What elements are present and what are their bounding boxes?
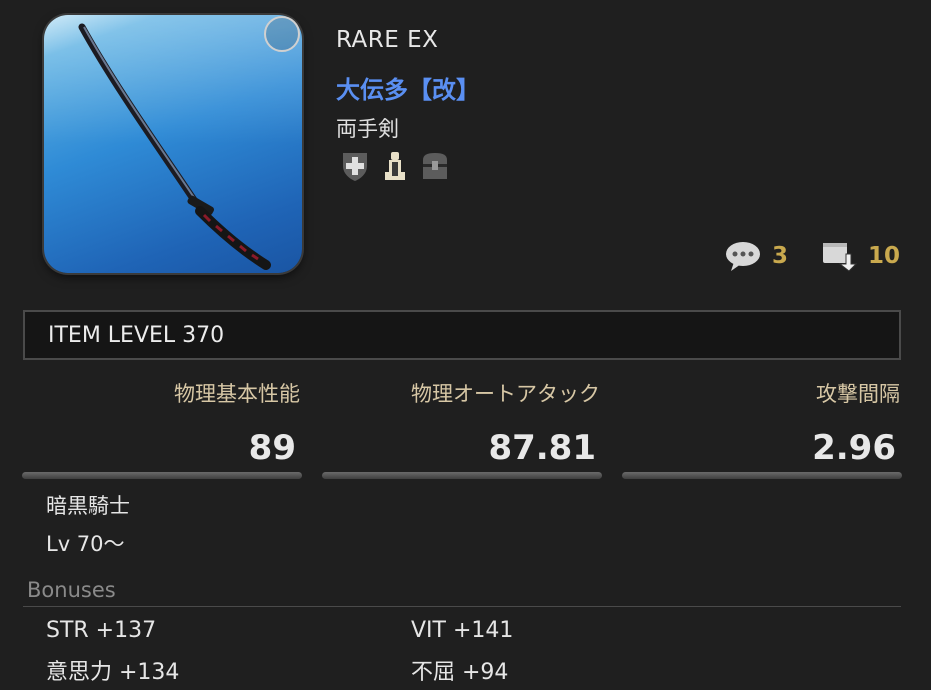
stat-bar bbox=[322, 472, 602, 479]
item-icon bbox=[44, 15, 302, 273]
bonus-item: VIT +141 bbox=[411, 618, 514, 643]
item-counts: 3 10 bbox=[724, 240, 900, 272]
stat-bar bbox=[22, 472, 302, 479]
bonus-item: 意思力 +134 bbox=[46, 660, 180, 685]
item-name[interactable]: 大伝多【改】 bbox=[336, 70, 480, 105]
required-level: Lv 70～ bbox=[46, 532, 125, 556]
chest-icon bbox=[420, 150, 450, 182]
stat-label: 物理基本性能 bbox=[174, 382, 300, 406]
item-category: 両手剣 bbox=[336, 117, 399, 141]
speech-bubble-icon[interactable] bbox=[724, 240, 762, 272]
bonus-item: 不屈 +94 bbox=[411, 660, 509, 685]
stat-auto-attack: 物理オートアタック 87.81 bbox=[322, 378, 602, 479]
katana-icon bbox=[78, 23, 271, 270]
stat-value: 2.96 bbox=[812, 428, 896, 468]
item-level-text: ITEM LEVEL 370 bbox=[48, 322, 225, 348]
bonuses-divider bbox=[23, 606, 901, 607]
shield-cross-icon bbox=[340, 150, 370, 182]
comment-count[interactable]: 3 bbox=[772, 243, 788, 269]
stat-delay: 攻撃間隔 2.96 bbox=[622, 378, 902, 479]
save-count[interactable]: 10 bbox=[868, 243, 900, 269]
required-job: 暗黒騎士 bbox=[46, 494, 130, 518]
item-level-bar: ITEM LEVEL 370 bbox=[23, 310, 901, 360]
bonuses-heading: Bonuses bbox=[27, 578, 116, 602]
stat-label: 攻撃間隔 bbox=[816, 382, 900, 406]
stat-value: 89 bbox=[248, 428, 296, 468]
stat-value: 87.81 bbox=[488, 428, 596, 468]
dye-bottle-icon bbox=[380, 150, 410, 182]
stat-bar bbox=[622, 472, 902, 479]
stat-physical-damage: 物理基本性能 89 bbox=[22, 378, 302, 479]
stat-label: 物理オートアタック bbox=[411, 382, 600, 406]
bonus-item: STR +137 bbox=[46, 618, 157, 643]
item-flags bbox=[340, 150, 450, 182]
glamour-marker-icon[interactable] bbox=[264, 16, 300, 52]
save-arrow-icon[interactable] bbox=[820, 240, 858, 272]
item-rarity: RARE EX bbox=[336, 27, 439, 53]
